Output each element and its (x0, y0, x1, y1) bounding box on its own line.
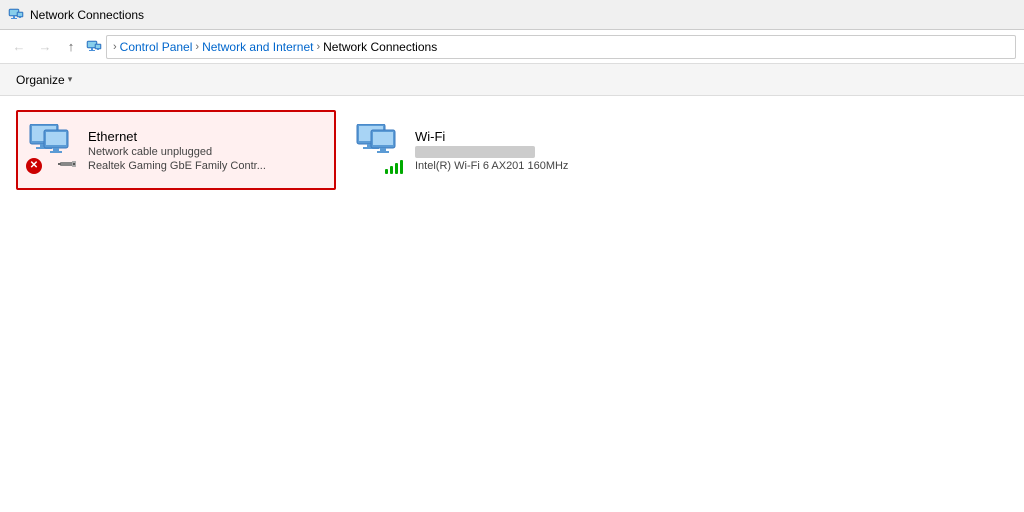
wifi-bar-2 (390, 166, 393, 174)
path-icon (86, 39, 102, 55)
wifi-bar-1 (385, 169, 388, 174)
wifi-adapter: Intel(R) Wi-Fi 6 AX201 160MHz (415, 160, 568, 172)
organize-label: Organize (16, 73, 65, 87)
breadcrumb-network-connections: Network Connections (323, 40, 437, 54)
ethernet-adapter: Realtek Gaming GbE Family Contr... (88, 160, 266, 172)
up-button[interactable]: ↑ (60, 36, 82, 58)
path-separator-3: › (316, 41, 320, 53)
wifi-status-blurred (415, 146, 568, 158)
path-separator-2: › (195, 41, 199, 53)
breadcrumb-control-panel[interactable]: Control Panel (120, 40, 193, 54)
ethernet-cable-icon (58, 158, 78, 172)
ethernet-name: Ethernet (88, 129, 266, 144)
wifi-bar-3 (395, 163, 398, 174)
path-separator-1: › (113, 41, 117, 53)
address-path: › Control Panel › Network and Internet ›… (106, 35, 1016, 59)
ethernet-info: Ethernet Network cable unplugged Realtek… (88, 129, 266, 172)
back-button[interactable]: ← (8, 36, 30, 58)
breadcrumb-network-internet[interactable]: Network and Internet (202, 40, 313, 54)
organize-button[interactable]: Organize ▾ (8, 70, 80, 90)
ethernet-status: Network cable unplugged (88, 146, 266, 158)
title-bar: Network Connections (0, 0, 1024, 30)
wifi-info: Wi-Fi Intel(R) Wi-Fi 6 AX201 160MHz (415, 129, 568, 172)
network-items-area: ✕ Ethernet Network cable unplugged Realt… (12, 106, 1012, 194)
wifi-bar-4 (400, 160, 403, 174)
main-content: ✕ Ethernet Network cable unplugged Realt… (0, 96, 1024, 512)
title-bar-text: Network Connections (30, 8, 144, 22)
wifi-bars-icon (385, 158, 403, 174)
wifi-card[interactable]: Wi-Fi Intel(R) Wi-Fi 6 AX201 160MHz (344, 110, 664, 190)
forward-button[interactable]: → (34, 36, 56, 58)
error-badge: ✕ (26, 158, 42, 174)
wifi-icon-container (353, 124, 405, 176)
wifi-computer-icon (353, 124, 397, 162)
organize-dropdown-icon: ▾ (68, 74, 73, 85)
wifi-name: Wi-Fi (415, 129, 568, 144)
title-bar-icon (8, 7, 24, 23)
ethernet-computer-icon (26, 124, 70, 162)
ethernet-card[interactable]: ✕ Ethernet Network cable unplugged Realt… (16, 110, 336, 190)
toolbar: Organize ▾ (0, 64, 1024, 96)
ethernet-icon-container: ✕ (26, 124, 78, 176)
address-bar: ← → ↑ › Control Panel › Network and Inte… (0, 30, 1024, 64)
